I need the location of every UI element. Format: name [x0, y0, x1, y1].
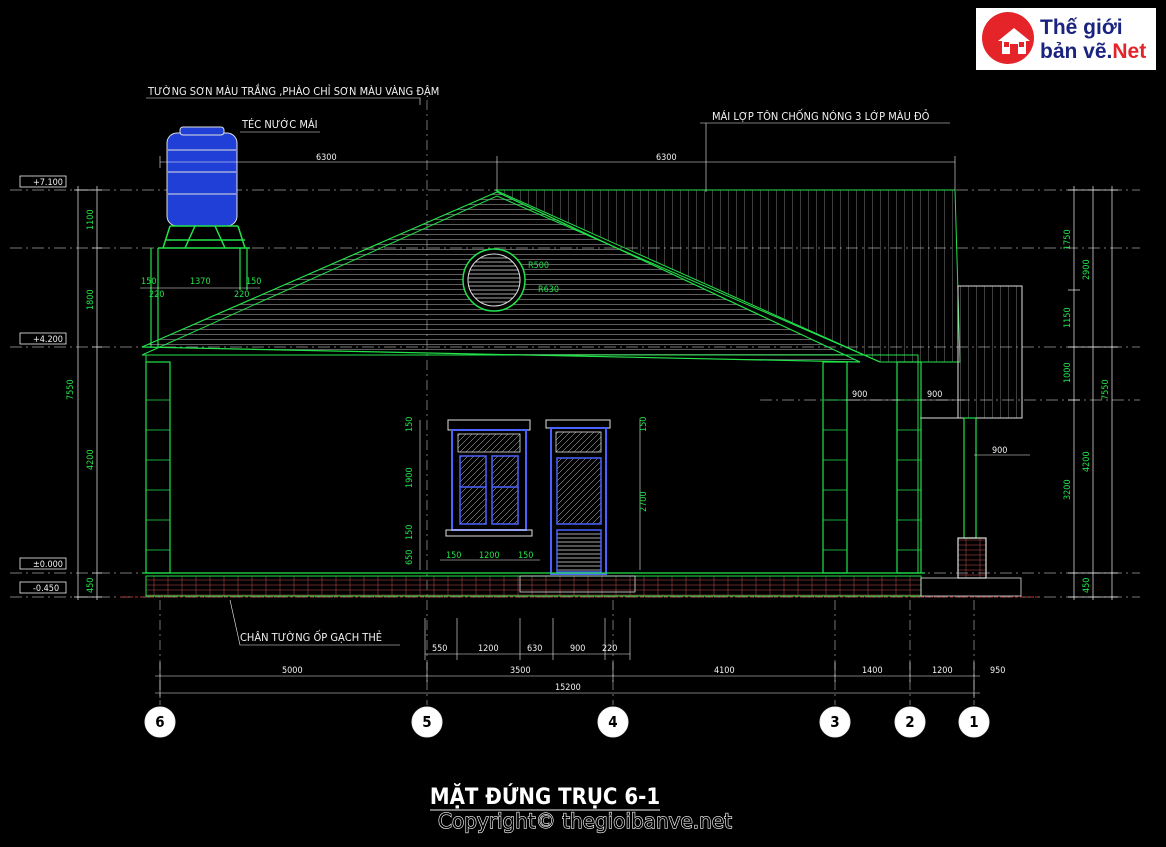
dim-window-h: 150 [518, 551, 533, 561]
axis-bubble: 3 [819, 706, 851, 738]
logo-text-line2: bản vẽ.Net [1040, 40, 1146, 64]
logo-text-line1: Thế giới [1040, 16, 1123, 39]
dim-bottom-row2: 4100 [714, 666, 735, 676]
svg-text:6: 6 [155, 713, 164, 731]
dim-top: 6300 [656, 153, 677, 163]
drawing-title: MẶT ĐỨNG TRỤC 6-1 [430, 783, 660, 810]
dim-bottom-row1: 900 [570, 644, 585, 654]
dim-bottom-row2: 950 [990, 666, 1005, 676]
dim-porch: 900 [852, 390, 867, 400]
dim-right: 1000 [1063, 362, 1073, 383]
dim-top: 6300 [316, 153, 337, 163]
dim-right: 450 [1082, 578, 1092, 593]
brand-logo[interactable]: Thế giới bản vẽ.Net [976, 8, 1156, 70]
dim-window-h: 1200 [479, 551, 500, 561]
dim-left: 1800 [86, 289, 96, 310]
level-label: -0.450 [33, 584, 59, 594]
axis-bubble: 2 [894, 706, 926, 738]
note-water-tank: TÉC NƯỚC MÁI [241, 118, 318, 131]
dim-tank: 150 [246, 277, 261, 287]
dim-tank: 150 [141, 277, 156, 287]
svg-text:5: 5 [422, 713, 431, 731]
dim-bottom-row2: 1200 [932, 666, 953, 676]
dim-right: 1150 [1063, 307, 1073, 328]
main-wall [145, 354, 919, 574]
svg-text:4: 4 [608, 713, 617, 731]
dim-right: 2900 [1082, 259, 1092, 280]
dim-right: 3200 [1063, 479, 1073, 500]
dim-window-h: 150 [446, 551, 461, 561]
dim-bottom-row2: 5000 [282, 666, 303, 676]
dim-tank: 220 [149, 290, 164, 300]
level-label: +4.200 [33, 335, 63, 345]
dim-left: 450 [86, 578, 96, 593]
dim-right: 1750 [1063, 229, 1073, 250]
dim-porch: 900 [927, 390, 942, 400]
svg-text:1: 1 [969, 713, 978, 731]
note-base-tile: CHÂN TƯỜNG ỐP GẠCH THẺ [240, 630, 382, 644]
dim-tank: 220 [234, 290, 249, 300]
house-icon [998, 28, 1030, 54]
dim-bottom-row1: 220 [602, 644, 617, 654]
level-label: +7.100 [33, 178, 63, 188]
level-markers [19, 175, 67, 594]
axis-bubble: 6 [144, 706, 176, 738]
dim-door-v: 150 [639, 417, 649, 432]
svg-text:3: 3 [830, 713, 839, 731]
circular-vent [462, 248, 526, 312]
level-label: ±0.000 [33, 560, 63, 570]
axis-bubble: 4 [597, 706, 629, 738]
axis-bubble: 1 [958, 706, 990, 738]
dim-door-v: 2700 [639, 491, 649, 512]
dim-bottom-total: 15200 [555, 683, 581, 693]
dim-left: 4200 [86, 449, 96, 470]
dim-right: 4200 [1082, 451, 1092, 472]
axis-bubble: 5 [411, 706, 443, 738]
note-roof: MÁI LỢP TÔN CHỐNG NÓNG 3 LỚP MÀU ĐỎ [712, 109, 930, 123]
elevation-drawing: +7.100 +4.200 ±0.000 -0.450 7550 1100 18… [10, 84, 1140, 834]
dim-window-v: 150 [405, 525, 415, 540]
dim-window-v: 650 [405, 550, 415, 565]
door [545, 419, 611, 575]
logo-text-accent: Net [1112, 40, 1147, 63]
copyright-text: Copyright© thegioibanve.net [438, 809, 732, 833]
vent-label: R500 [528, 261, 549, 271]
dim-bottom-row2: 1400 [862, 666, 883, 676]
axis-bubbles: 6 5 4 3 2 1 [144, 706, 990, 738]
dim-bottom-row1: 550 [432, 644, 447, 654]
dim-left: 1100 [86, 209, 96, 230]
logo-text-main: bản vẽ. [1040, 40, 1113, 63]
plinth [120, 572, 1040, 598]
dim-porch: 900 [992, 446, 1007, 456]
dim-right-outer: 7550 [1101, 379, 1111, 400]
dim-bottom-row1: 1200 [478, 644, 499, 654]
dim-bottom-row2: 3500 [510, 666, 531, 676]
note-wall-paint: TƯỜNG SƠN MÀU TRẮNG ,PHÀO CHỈ SƠN MÀU VÀ… [147, 84, 439, 98]
dim-window-v: 1900 [405, 467, 415, 488]
logo-badge [982, 12, 1034, 64]
dim-tank: 1370 [190, 277, 211, 287]
vent-label: R630 [538, 285, 559, 295]
dim-window-v: 150 [405, 417, 415, 432]
svg-text:2: 2 [905, 713, 914, 731]
dim-bottom-row1: 630 [527, 644, 542, 654]
dim-left-outer: 7550 [66, 379, 76, 400]
window [445, 419, 533, 537]
